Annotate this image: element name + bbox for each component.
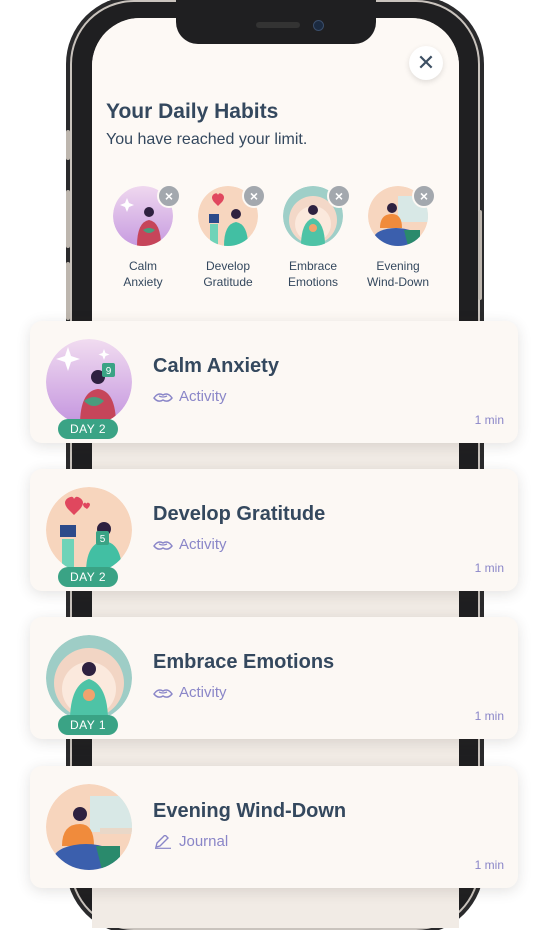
habit-label: Calm Anxiety [123,259,163,289]
hands-icon [153,392,173,402]
day-badge: DAY 2 [58,419,118,439]
hands-icon [153,688,173,698]
remove-icon[interactable]: × [242,184,266,208]
habit-card-evening-wind-down[interactable]: Evening Wind-Down Journal 1 min [30,766,518,888]
card-title: Evening Wind-Down [153,800,347,822]
remove-icon[interactable]: × [412,184,436,208]
phone-button [66,130,70,160]
habit-card-embrace-emotions[interactable]: DAY 1 Embrace Emotions Activity 1 min [30,617,518,739]
habit-card-calm-anxiety[interactable]: 9 DAY 2 Calm Anxiety Activity 1 min [30,321,518,443]
day-badge: DAY 1 [58,715,118,735]
card-type-label: Activity [179,684,227,701]
close-icon: ✕ [416,50,436,75]
calm-anxiety-illustration: 9 [46,339,132,425]
hands-icon [153,540,173,550]
card-type-label: Activity [179,388,227,405]
phone-button [66,190,70,248]
card-duration: 1 min [474,709,504,723]
habit-label: Evening Wind-Down [366,259,429,289]
speaker [256,22,300,28]
calendar-number: 5 [100,534,106,545]
develop-gratitude-illustration: 5 [46,487,132,573]
sheet-subtitle: You have reached your limit. [106,131,308,148]
pencil-icon [155,834,171,849]
card-type: Activity [153,684,227,701]
card-title: Develop Gratitude [153,503,326,525]
card-type: Activity [153,536,227,553]
evening-wind-down-illustration [46,784,132,870]
card-type: Activity [153,388,227,405]
sheet-title: Your Daily Habits [106,100,279,123]
day-badge: DAY 2 [58,567,118,587]
habit-label: Embrace Emotions [287,259,339,289]
embrace-emotions-illustration [46,635,132,721]
close-button[interactable]: ✕ [409,46,443,80]
card-type-label: Activity [179,536,227,553]
card-title: Embrace Emotions [153,651,335,673]
calendar-number: 9 [106,366,112,377]
phone-button [66,262,70,320]
card-type: Journal [153,833,228,850]
card-duration: 1 min [474,413,504,427]
camera [313,20,324,31]
card-title: Calm Anxiety [153,355,279,377]
habit-label: Develop Gratitude [203,259,253,289]
phone-button [478,210,482,300]
remove-icon[interactable]: × [327,184,351,208]
card-duration: 1 min [474,858,504,872]
habit-card-develop-gratitude[interactable]: 5 DAY 2 Develop Gratitude Activity 1 min [30,469,518,591]
remove-icon[interactable]: × [157,184,181,208]
card-type-label: Journal [179,833,229,850]
card-duration: 1 min [474,561,504,575]
